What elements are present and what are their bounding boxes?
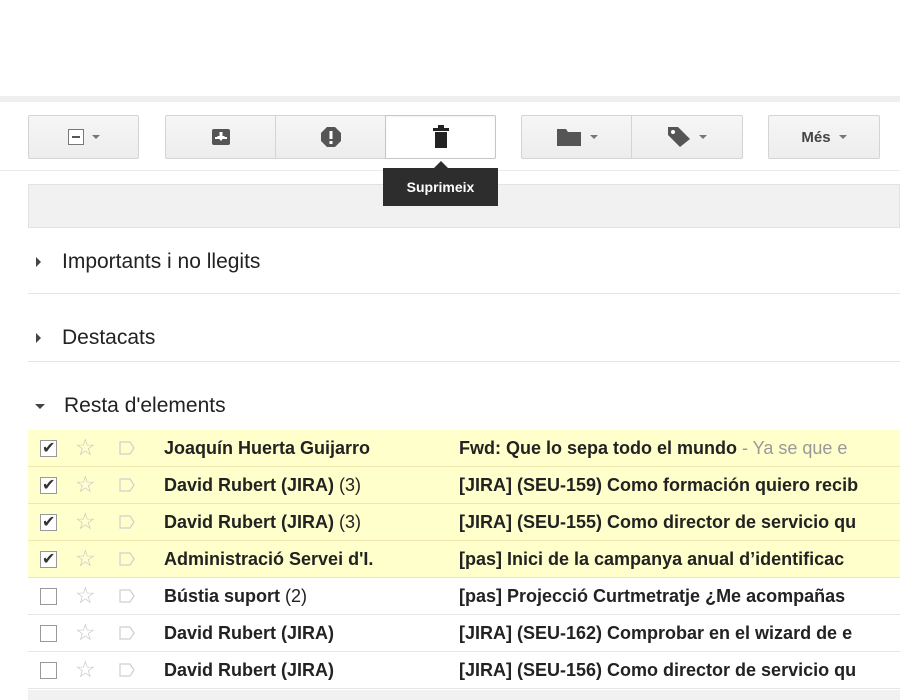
star-icon[interactable]: ☆ [75, 547, 96, 570]
expand-arrow-icon [36, 257, 41, 267]
folder-icon [556, 129, 581, 146]
email-row[interactable]: ☆ David Rubert (JIRA) [JIRA] (SEU-162) Com… [28, 615, 900, 652]
chevron-down-icon [699, 135, 707, 139]
email-subject: Fwd: Que lo sepa todo el mundo - Ya se q… [459, 438, 847, 459]
delete-button[interactable] [385, 115, 496, 159]
star-icon[interactable]: ☆ [75, 473, 96, 496]
email-subject: [pas] Projecció Curtmetratje ¿Me acompañ… [459, 586, 845, 607]
section-label: Importants i no llegits [62, 250, 261, 273]
spam-icon [320, 127, 341, 147]
sender-name: David Rubert (JIRA) [164, 623, 335, 643]
email-row[interactable]: ☆ Joaquín Huerta Guijarro Fwd: Que lo sepa… [28, 430, 900, 467]
email-subject: [pas] Inici de la campanya anual d’ident… [459, 549, 844, 570]
sender-name: Administració Servei d'I. [164, 549, 374, 569]
select-all-button[interactable] [28, 115, 139, 159]
importance-marker-icon[interactable] [119, 589, 135, 603]
email-sender: David Rubert (JIRA) (3) [164, 475, 361, 496]
subject-text: [pas] Inici de la campanya anual d’ident… [459, 549, 845, 569]
star-icon[interactable]: ☆ [75, 621, 96, 644]
collapse-arrow-icon [35, 403, 45, 409]
star-icon[interactable]: ☆ [75, 436, 96, 459]
chevron-down-icon [91, 135, 100, 139]
sender-name: David Rubert (JIRA) [164, 512, 335, 532]
section-label: Resta d'elements [64, 394, 226, 417]
expand-arrow-icon [36, 333, 41, 343]
importance-marker-icon[interactable] [119, 478, 135, 492]
email-subject: [JIRA] (SEU-155) Como director de servic… [459, 512, 856, 533]
subject-text: [JIRA] (SEU-156) Como director de servic… [459, 660, 857, 680]
report-spam-button[interactable] [275, 115, 386, 159]
email-row[interactable]: ☆ Bústia suport (2) [pas] Projecció Curtme… [28, 578, 900, 615]
email-sender: Joaquín Huerta Guijarro [164, 438, 370, 459]
more-button-label: Més [801, 128, 831, 146]
row-checkbox[interactable] [40, 475, 57, 495]
section-divider [28, 293, 900, 294]
star-icon[interactable]: ☆ [75, 584, 96, 607]
sender-name: Bústia suport [164, 586, 281, 606]
email-subject: [JIRA] (SEU-162) Comprobar en el wizard … [459, 623, 852, 644]
subject-text: [pas] Projecció Curtmetratje ¿Me acompañ… [459, 586, 846, 606]
row-checkbox[interactable] [40, 625, 57, 642]
star-icon[interactable]: ☆ [75, 658, 96, 681]
row-checkbox[interactable] [40, 662, 57, 679]
email-subject: [JIRA] (SEU-159) Como formación quiero r… [459, 475, 858, 496]
subject-text: [JIRA] (SEU-159) Como formación quiero r… [459, 475, 859, 495]
trash-icon [432, 125, 449, 148]
section-everything-else[interactable]: Resta d'elements [28, 386, 900, 426]
labels-button[interactable] [631, 115, 743, 159]
subject-text: [JIRA] (SEU-155) Como director de servic… [459, 512, 857, 532]
section-label: Destacats [62, 326, 156, 349]
importance-marker-icon[interactable] [119, 515, 135, 529]
chevron-down-icon [838, 135, 847, 139]
archive-button[interactable] [165, 115, 276, 159]
row-checkbox[interactable] [40, 549, 57, 569]
email-row[interactable]: ☆ David Rubert (JIRA) (3) [JIRA] (SEU-159)… [28, 467, 900, 504]
email-sender: David Rubert (JIRA) (3) [164, 512, 361, 533]
delete-tooltip: Suprimeix [383, 161, 498, 206]
sender-name: David Rubert (JIRA) [164, 660, 335, 680]
chevron-down-icon [589, 135, 598, 139]
next-row-partial [28, 690, 900, 700]
email-snippet: - Ya se que e [737, 438, 848, 458]
move-to-button[interactable] [521, 115, 632, 159]
importance-marker-icon[interactable] [119, 626, 135, 640]
subject-text: [JIRA] (SEU-162) Comprobar en el wizard … [459, 623, 853, 643]
star-icon[interactable]: ☆ [75, 510, 96, 533]
email-sender: David Rubert (JIRA) [164, 660, 334, 681]
section-important-unread[interactable]: Importants i no llegits [28, 242, 900, 282]
row-checkbox[interactable] [40, 588, 57, 605]
importance-marker-icon[interactable] [119, 552, 135, 566]
subject-text: Fwd: Que lo sepa todo el mundo [459, 438, 737, 458]
section-divider [28, 361, 900, 362]
email-list: ☆ Joaquín Huerta Guijarro Fwd: Que lo sepa… [28, 430, 900, 689]
section-starred[interactable]: Destacats [28, 318, 900, 358]
importance-marker-icon[interactable] [119, 441, 135, 455]
email-row[interactable]: ☆ David Rubert (JIRA) (3) [JIRA] (SEU-155)… [28, 504, 900, 541]
toolbar: Més [0, 102, 900, 171]
label-tag-icon [668, 127, 690, 147]
sender-name: David Rubert (JIRA) [164, 475, 335, 495]
email-subject: [JIRA] (SEU-156) Como director de servic… [459, 660, 856, 681]
email-sender: Administració Servei d'I. [164, 549, 373, 570]
sender-name: Joaquín Huerta Guijarro [164, 438, 371, 458]
email-sender: Bústia suport (2) [164, 586, 307, 607]
email-row[interactable]: ☆ Administració Servei d'I. [pas] Inici de… [28, 541, 900, 578]
row-checkbox[interactable] [40, 512, 57, 532]
partial-checkbox-icon [67, 129, 84, 145]
more-button[interactable]: Més [768, 115, 880, 159]
thread-count: (3) [334, 475, 362, 495]
thread-count: (2) [280, 586, 308, 606]
email-sender: David Rubert (JIRA) [164, 623, 334, 644]
archive-icon [211, 129, 230, 145]
thread-count: (3) [334, 512, 362, 532]
importance-marker-icon[interactable] [119, 663, 135, 677]
row-checkbox[interactable] [40, 438, 57, 458]
email-row[interactable]: ☆ David Rubert (JIRA) [JIRA] (SEU-156) Com… [28, 652, 900, 689]
